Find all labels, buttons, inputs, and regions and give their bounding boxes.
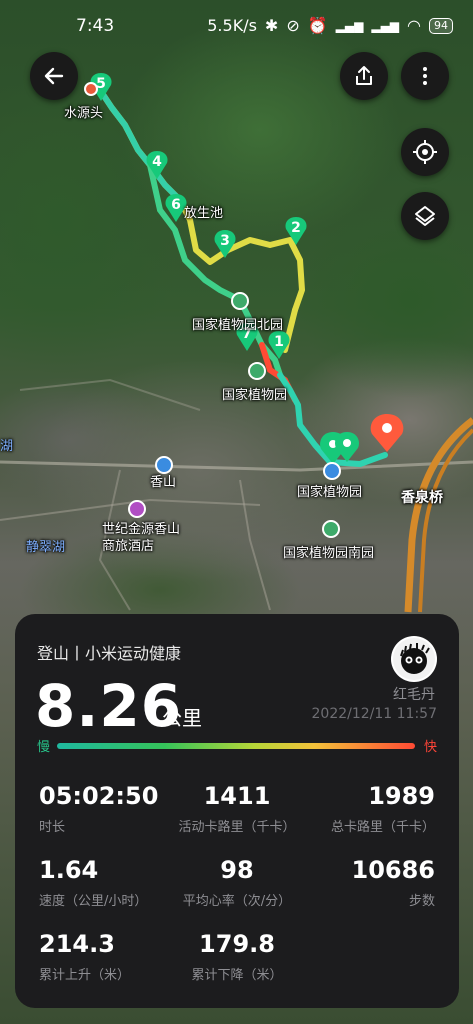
alarm-icon: ⏰ xyxy=(307,16,328,35)
map-label-xiangquanqiao: 香泉桥 xyxy=(401,490,443,506)
card-title: 登山丨小米运动健康 xyxy=(37,644,182,663)
spring-poi-icon[interactable] xyxy=(84,82,98,96)
stat-label: 平均心率（次/分） xyxy=(182,894,292,909)
stat-label: 步数 xyxy=(408,894,435,909)
park-poi-icon[interactable] xyxy=(322,520,340,538)
stat-steps: 10686 步数 xyxy=(352,856,436,909)
stat-duration: 05:02:50 时长 xyxy=(39,782,158,835)
waypoint-marker-2[interactable]: 2 xyxy=(283,216,309,246)
park-poi-icon[interactable] xyxy=(231,292,249,310)
signal-icon: ▂▄▆ xyxy=(335,18,364,33)
arrow-left-icon xyxy=(44,67,64,85)
stat-value: 214.3 xyxy=(39,930,115,958)
map-label-shuiyuantou: 水源头 xyxy=(64,106,104,121)
stat-speed: 1.64 速度（公里/小时） xyxy=(39,856,147,909)
hotel-poi-icon[interactable] xyxy=(128,500,146,518)
map-label-botanical-garden: 国家植物园 xyxy=(222,388,288,403)
share-button[interactable] xyxy=(340,52,388,100)
bus-stop-icon[interactable] xyxy=(323,462,341,480)
slow-label: 慢 xyxy=(37,740,51,755)
username: 红毛丹 xyxy=(393,687,435,703)
park-poi-icon[interactable] xyxy=(248,362,266,380)
stat-label: 活动卡路里（千卡） xyxy=(178,820,296,835)
mute-icon: ⊘ xyxy=(286,16,300,35)
distance-unit: 公里 xyxy=(162,706,202,730)
stat-value: 1989 xyxy=(368,782,435,810)
map-label-lake: 湖 xyxy=(0,439,14,454)
more-options-button[interactable] xyxy=(401,52,449,100)
map-label-xiangshan: 香山 xyxy=(150,475,177,490)
waypoint-marker-1[interactable]: 1 xyxy=(266,330,292,360)
fast-label: 快 xyxy=(423,740,437,755)
more-vertical-icon xyxy=(423,67,427,85)
stat-label: 累计上升（米） xyxy=(39,968,131,983)
share-icon xyxy=(356,66,372,85)
stat-label: 速度（公里/小时） xyxy=(39,894,148,909)
status-bar: 7:43 5.5K/s ✱ ⊘ ⏰ ▂▄▆ ▂▄▆ ◠ 94 xyxy=(0,0,473,52)
stat-label: 累计下降（米） xyxy=(191,968,283,983)
status-time: 7:43 xyxy=(76,16,115,36)
waypoint-number: 3 xyxy=(220,233,230,249)
waypoint-marker-4[interactable]: 4 xyxy=(144,150,170,180)
waypoint-marker-3[interactable]: 3 xyxy=(212,229,238,259)
distance-value: 8.26 xyxy=(35,672,183,740)
stat-value: 179.8 xyxy=(199,930,275,958)
pace-gradient-bar xyxy=(57,743,415,749)
stat-label: 时长 xyxy=(39,820,66,835)
avatar[interactable] xyxy=(391,636,437,682)
map-label-botanical-garden-gate: 国家植物园 xyxy=(297,485,363,500)
map-label-fangshengchi: 放生池 xyxy=(184,206,224,221)
waypoint-number: 4 xyxy=(152,154,162,170)
battery-icon: 94 xyxy=(429,17,453,34)
stat-value: 05:02:50 xyxy=(39,782,159,810)
waypoint-number: 2 xyxy=(291,220,301,236)
stat-active-calories: 1411 活动卡路里（千卡） xyxy=(178,782,295,835)
map-label-botanical-north: 国家植物园北园 xyxy=(192,318,284,333)
stat-value: 1.64 xyxy=(39,856,99,884)
map-layers-button[interactable] xyxy=(401,192,449,240)
status-icons: 5.5K/s ✱ ⊘ ⏰ ▂▄▆ ▂▄▆ ◠ 94 xyxy=(207,16,453,35)
workout-summary-card: 登山丨小米运动健康 红毛丹 2022/12/11 11:57 8.26 公里 慢… xyxy=(15,614,459,1008)
stat-descent: 179.8 累计下降（米） xyxy=(191,930,282,983)
stat-value: 98 xyxy=(220,856,254,884)
waypoint-number: 1 xyxy=(274,334,284,350)
map-label-jingcuihu: 静翠湖 xyxy=(26,540,66,555)
stat-avg-heart-rate: 98 平均心率（次/分） xyxy=(183,856,291,909)
bluetooth-icon: ✱ xyxy=(264,16,279,35)
locate-button[interactable] xyxy=(401,128,449,176)
stat-total-calories: 1989 总卡路里（千卡） xyxy=(331,782,435,835)
map-label-botanical-south: 国家植物园南园 xyxy=(283,546,375,561)
workout-timestamp: 2022/12/11 11:57 xyxy=(311,706,438,722)
stat-ascent: 214.3 累计上升（米） xyxy=(39,930,130,983)
start-marker-icon[interactable] xyxy=(335,432,359,462)
avatar-image xyxy=(393,638,435,680)
signal-icon: ▂▄▆ xyxy=(371,18,400,33)
back-button[interactable] xyxy=(30,52,78,100)
stat-value: 10686 xyxy=(351,856,436,884)
end-marker-icon[interactable] xyxy=(370,414,404,452)
network-speed: 5.5K/s xyxy=(207,16,257,35)
stat-label: 总卡路里（千卡） xyxy=(330,820,435,835)
map-label-hotel: 世纪金源香山商旅酒店 xyxy=(102,522,181,554)
wifi-icon: ◠ xyxy=(407,16,421,35)
pace-legend: 慢 快 xyxy=(37,736,437,756)
locate-icon xyxy=(413,140,437,164)
layers-icon xyxy=(415,206,435,226)
stat-value: 1411 xyxy=(203,782,271,810)
